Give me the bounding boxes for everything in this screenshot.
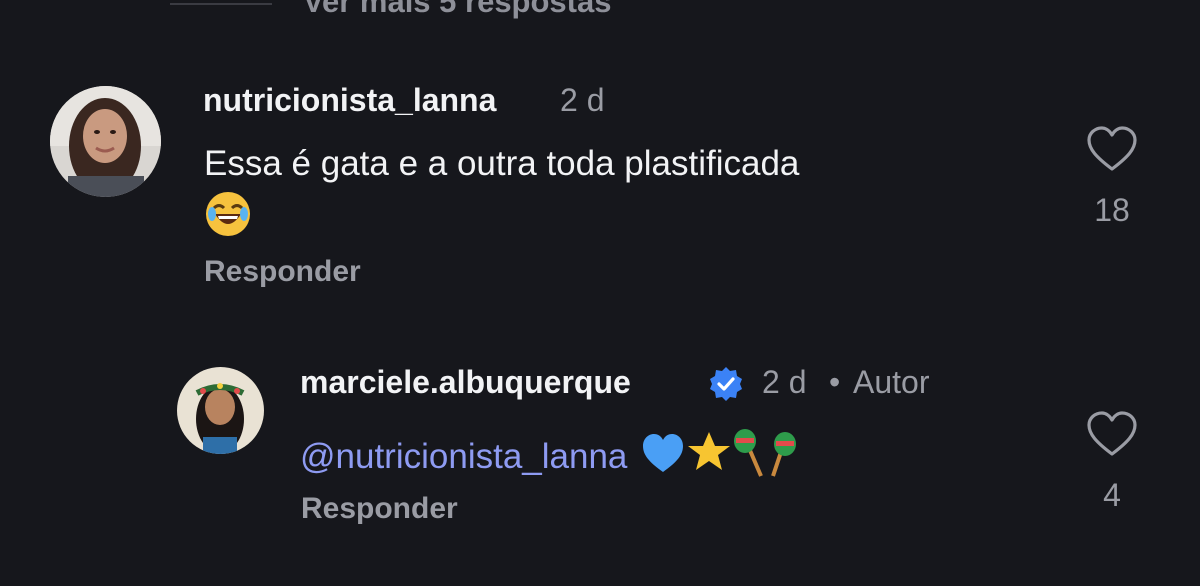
comment-text: @nutricionista_lanna bbox=[300, 426, 801, 491]
heart-icon[interactable] bbox=[1086, 125, 1138, 178]
mention-symbol[interactable]: @ bbox=[300, 437, 336, 476]
emoji-blue-heart-star-maracas-icon bbox=[641, 426, 801, 491]
mention-link[interactable]: nutricionista_lanna bbox=[336, 437, 628, 476]
thread-line bbox=[170, 3, 272, 5]
comment-timestamp: 2 d bbox=[560, 82, 605, 118]
like-count: 18 bbox=[1094, 192, 1130, 228]
view-more-replies-button[interactable]: Ver mais 5 respostas bbox=[303, 0, 611, 20]
verified-badge-icon bbox=[707, 365, 745, 408]
comment-text: Essa é gata e a outra toda plastificada bbox=[204, 140, 799, 188]
comment-body: Essa é gata e a outra toda plastificada bbox=[204, 144, 800, 183]
comment-username[interactable]: marciele.albuquerque bbox=[300, 364, 631, 401]
reply-button[interactable]: Responder bbox=[301, 492, 458, 526]
reply-button[interactable]: Responder bbox=[204, 255, 361, 289]
heart-icon[interactable] bbox=[1086, 410, 1138, 463]
comment-timestamp: 2 d bbox=[762, 364, 807, 400]
comment-emoji-line bbox=[204, 190, 252, 251]
comment-username[interactable]: nutricionista_lanna bbox=[203, 82, 496, 119]
meta-separator: • bbox=[829, 364, 841, 400]
laughing-emoji-icon bbox=[204, 190, 252, 251]
avatar[interactable] bbox=[50, 86, 161, 197]
like-count: 4 bbox=[1103, 477, 1121, 513]
author-label: Autor bbox=[853, 364, 930, 400]
avatar[interactable] bbox=[177, 367, 264, 454]
